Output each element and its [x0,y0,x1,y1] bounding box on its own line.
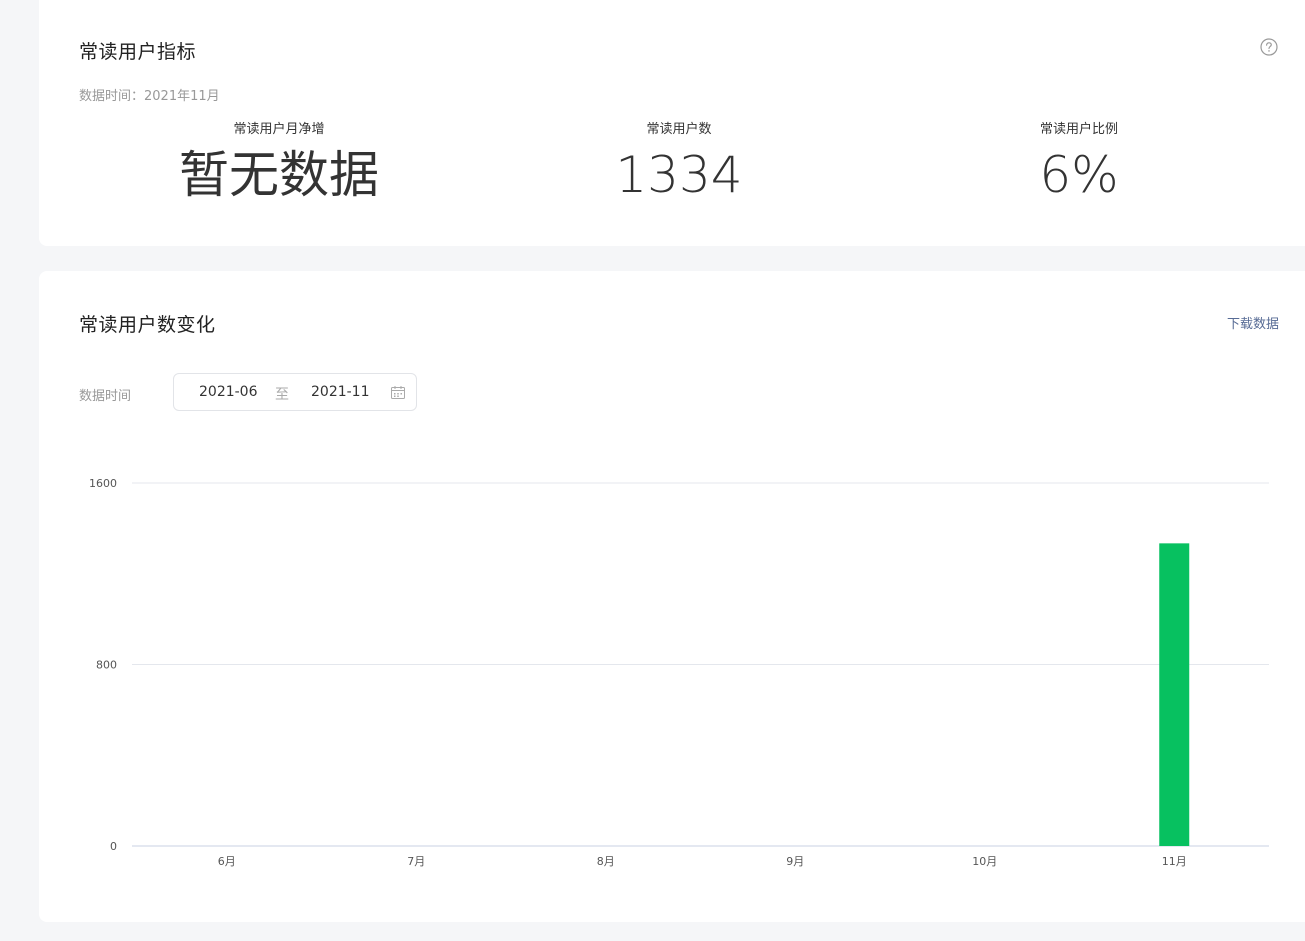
date-range-start[interactable]: 2021-06 [199,384,258,400]
date-range-end[interactable]: 2021-11 [311,384,370,400]
metric-monthly-net-growth: 常读用户月净增 暂无数据 [129,121,429,205]
metrics-card: 常读用户指标 数据时间：2021年11月 常读用户月净增 暂无数据 常读用户数 … [39,0,1305,246]
frequent-user-bar-chart: 0 800 1600 6月 7月 8月 9月 10月 11月 [89,477,1269,868]
date-range-separator: 至 [275,387,289,403]
x-tick-label: 8月 [597,855,615,868]
metric-label: 常读用户月净增 [233,122,325,137]
data-time-label: 数据时间：2021年11月 [79,89,220,104]
x-tick-label: 6月 [218,855,236,868]
metric-value: 暂无数据 [179,146,379,204]
date-range-picker[interactable]: 2021-06 至 2021-11 [173,373,417,411]
metric-label: 常读用户比例 [1039,122,1118,137]
question-circle-icon[interactable] [1260,38,1278,56]
x-tick-label: 7月 [407,855,425,868]
download-data-link[interactable]: 下载数据 [1227,313,1279,332]
y-tick-label: 1600 [89,477,117,490]
bar-11月 [1159,543,1190,846]
date-filter-label: 数据时间 [79,389,132,404]
x-tick-label: 9月 [786,855,804,868]
metric-label: 常读用户数 [646,122,712,137]
x-tick-label: 10月 [972,855,997,868]
metric-value: 6% [1039,146,1119,204]
trend-card-title: 常读用户数变化 [79,314,216,336]
calendar-icon[interactable] [390,385,406,401]
metrics-card-title: 常读用户指标 [79,41,197,63]
x-tick-label: 11月 [1162,855,1187,868]
metric-frequent-user-count: 常读用户数 1334 [529,121,829,205]
metric-value: 1334 [615,146,743,204]
y-tick-label: 0 [110,840,117,853]
y-tick-label: 800 [96,659,117,672]
trend-card: 常读用户数变化 下载数据 数据时间 2021-06 至 2021-11 0 800… [39,271,1305,922]
metric-frequent-user-ratio: 常读用户比例 6% [929,121,1229,205]
